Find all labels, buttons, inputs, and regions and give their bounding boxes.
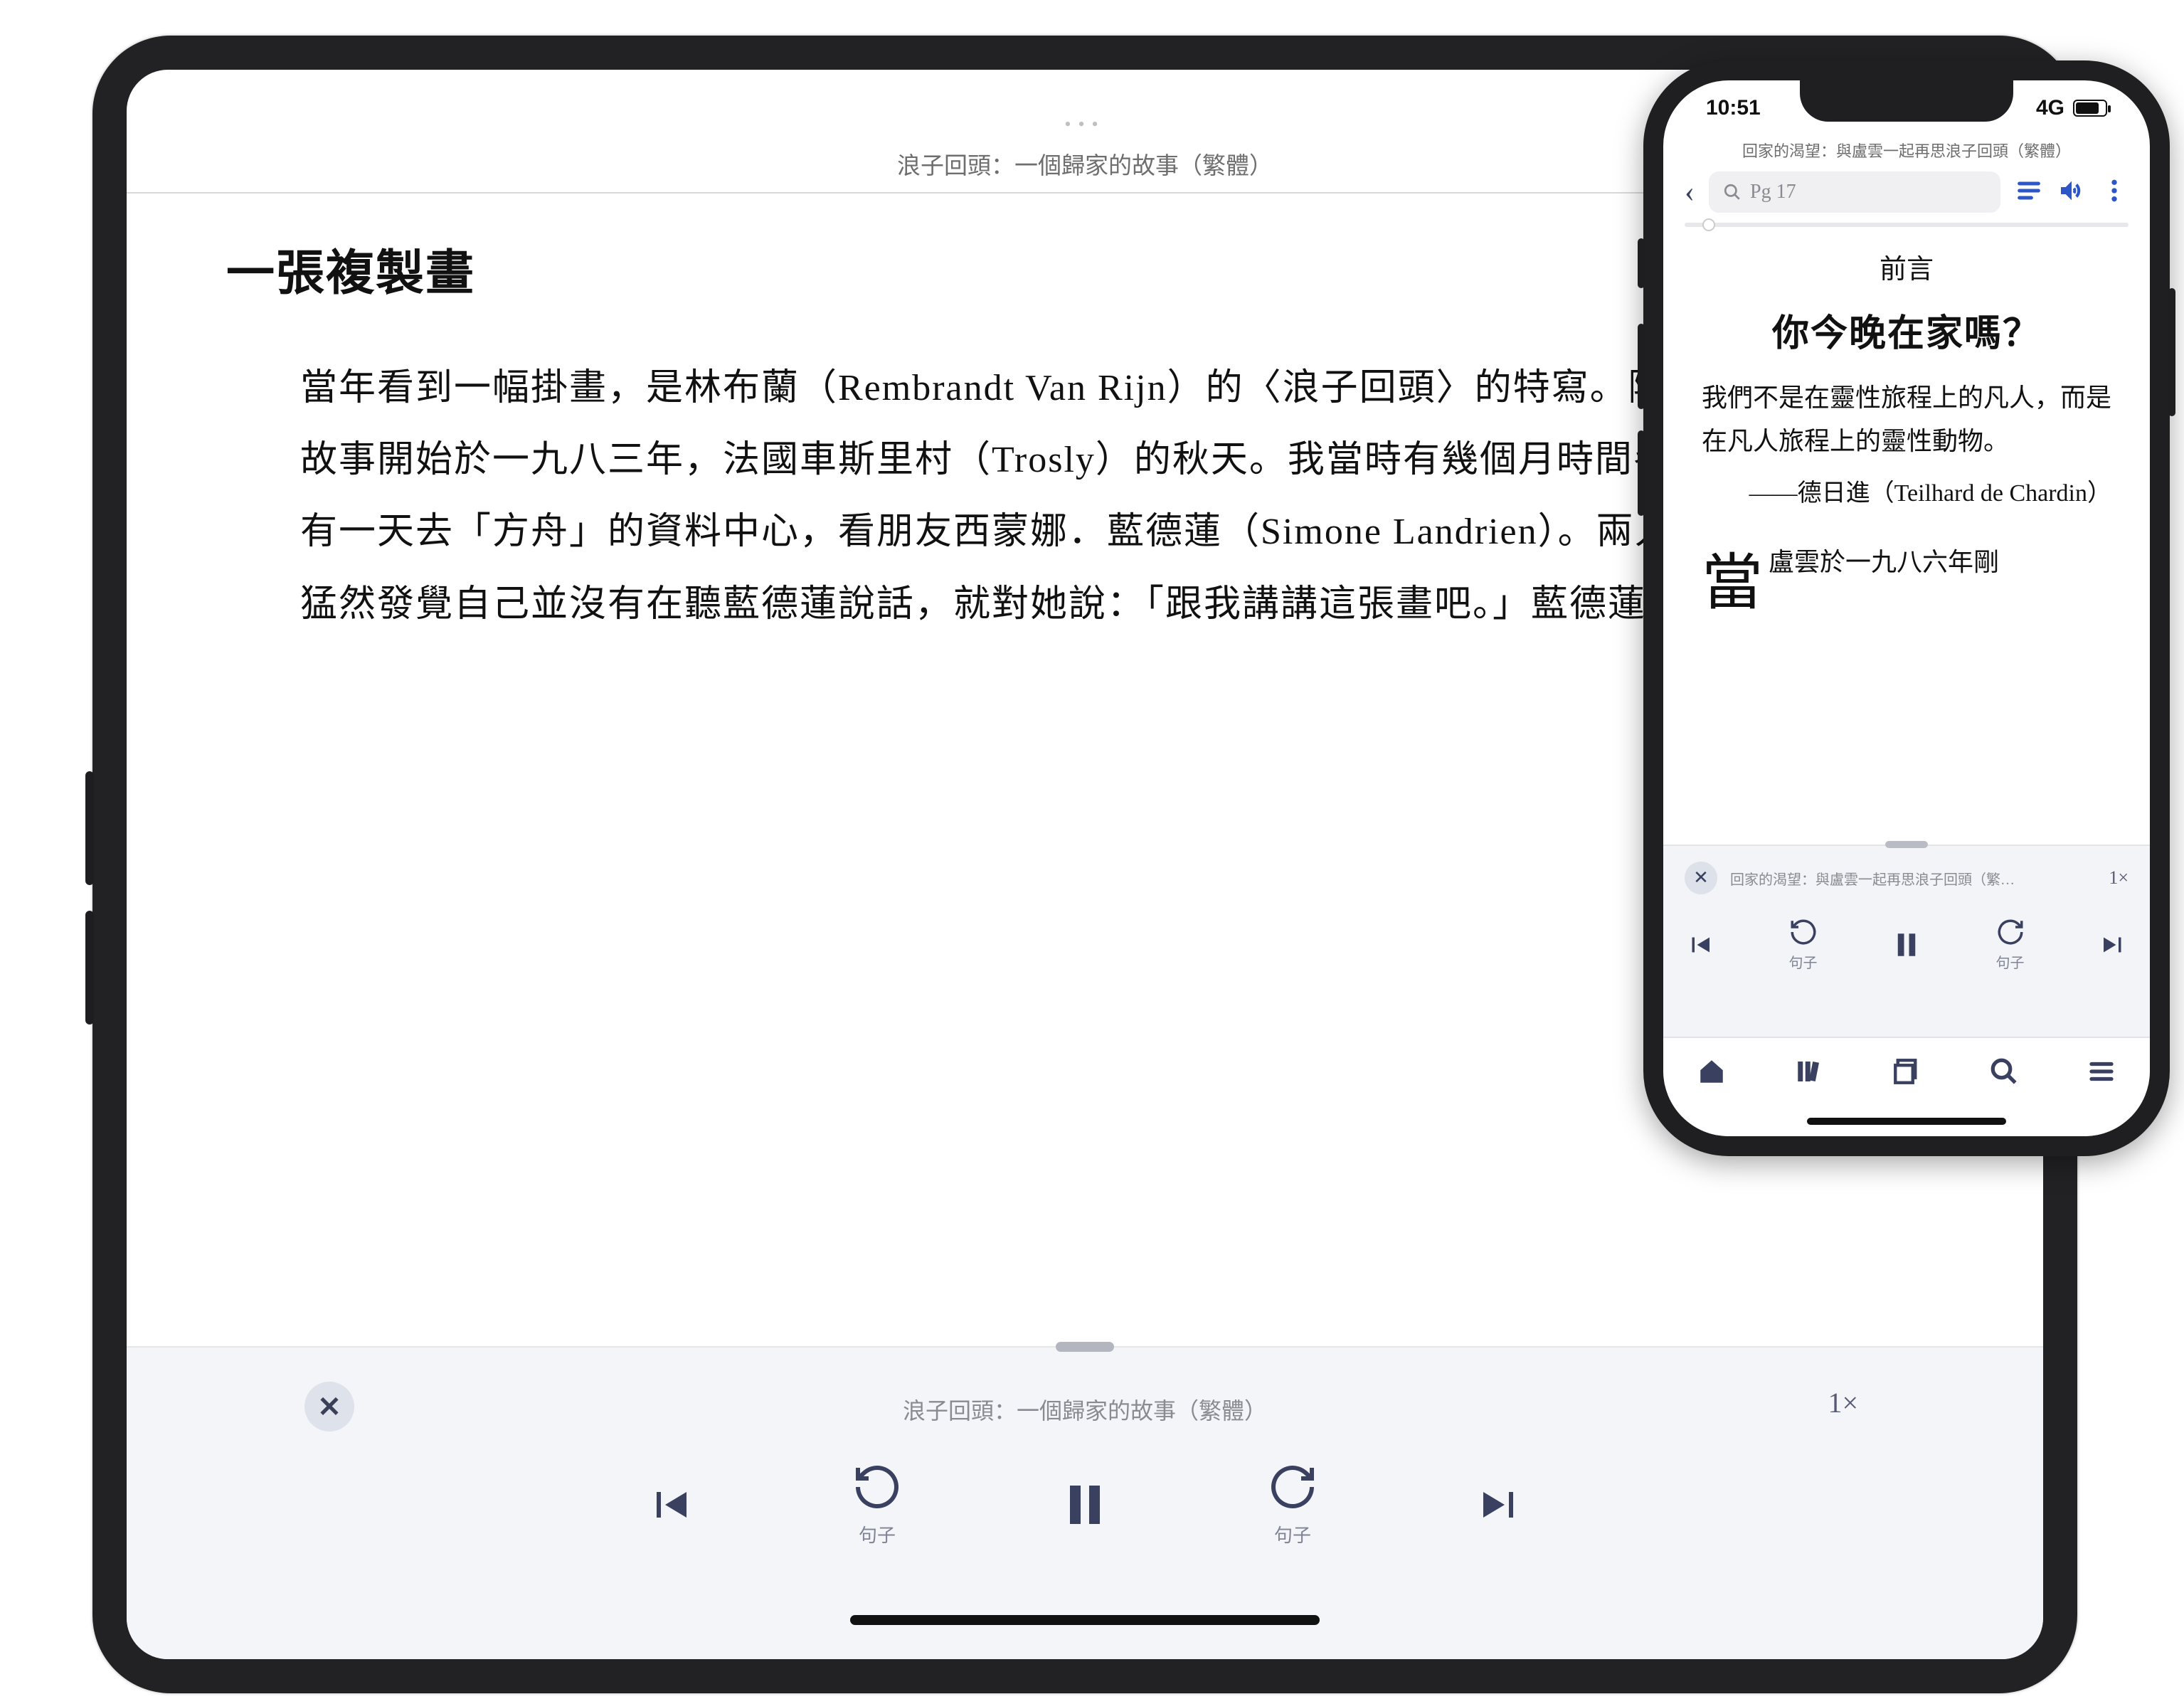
skip-previous-button[interactable]	[644, 1479, 695, 1530]
audio-icon[interactable]	[2057, 176, 2086, 208]
body-start: 盧雲於一九八六年剛	[1769, 548, 1999, 576]
tab-menu[interactable]	[2087, 1057, 2116, 1090]
status-network: 4G	[2036, 96, 2064, 120]
battery-icon	[2073, 100, 2107, 117]
forward-sentence-button[interactable]: 句子	[1995, 917, 2025, 972]
player-title: 浪子回頭：一個歸家的故事（繁體）	[127, 1393, 2043, 1426]
toc-icon[interactable]	[2015, 176, 2043, 208]
home-indicator[interactable]	[850, 1615, 1320, 1625]
forward-sentence-button[interactable]: 句子	[1267, 1461, 1318, 1547]
status-time: 10:51	[1706, 96, 1761, 120]
rewind-sentence-button[interactable]: 句子	[1788, 917, 1818, 972]
ipad-audio-player: ✕ 浪子回頭：一個歸家的故事（繁體） 1× 句子 句子	[127, 1346, 2043, 1659]
skip-previous-button[interactable]	[1685, 930, 1714, 960]
home-indicator[interactable]	[1807, 1118, 2006, 1125]
iphone-toolbar: ‹ Pg 17	[1685, 171, 2129, 213]
reading-progress-slider[interactable]	[1685, 223, 2129, 227]
rewind-sentence-button[interactable]: 句子	[852, 1461, 903, 1547]
iphone-audio-player: ✕ 回家的渴望：與盧雲一起再思浪子回頭（繁… 1× 句子 句子	[1663, 845, 2150, 1037]
dropcap: 當	[1702, 552, 1763, 613]
epigraph-attribution: ——德日進（Teilhard de Chardin）	[1702, 475, 2111, 513]
tab-reading[interactable]	[1892, 1057, 1921, 1090]
progress-thumb[interactable]	[1702, 218, 1715, 231]
iphone-device: 10:51 4G 回家的渴望：與盧雲一起再思浪子回頭（繁體） ‹ Pg 17	[1643, 60, 2170, 1156]
pause-button[interactable]	[1059, 1479, 1110, 1530]
page-search-field[interactable]: Pg 17	[1709, 171, 2000, 213]
tab-search[interactable]	[1989, 1057, 2019, 1090]
player-drag-handle[interactable]	[1056, 1342, 1114, 1352]
skip-next-button[interactable]	[2099, 930, 2129, 960]
page-field-value: Pg 17	[1750, 181, 1796, 203]
close-player-button[interactable]: ✕	[1685, 862, 1717, 894]
playback-speed-button[interactable]: 1×	[1828, 1386, 1858, 1419]
tab-home[interactable]	[1697, 1057, 1727, 1090]
iphone-book-title: 回家的渴望：與盧雲一起再思浪子回頭（繁體）	[1663, 139, 2150, 162]
battery-level	[2076, 102, 2099, 114]
status-bar: 10:51 4G	[1663, 96, 2150, 120]
chapter-heading: 你今晚在家嗎？	[1702, 303, 2111, 356]
pause-button[interactable]	[1892, 930, 1921, 960]
skip-next-button[interactable]	[1475, 1479, 1526, 1530]
back-button[interactable]: ‹	[1685, 175, 1695, 209]
more-icon[interactable]	[2100, 176, 2129, 208]
preface-label: 前言	[1702, 247, 2111, 286]
playback-speed-button[interactable]: 1×	[2109, 867, 2129, 889]
epigraph-quote: 我們不是在靈性旅程上的凡人，而是在凡人旅程上的靈性動物。	[1702, 376, 2111, 463]
player-title: 回家的渴望：與盧雲一起再思浪子回頭（繁…	[1730, 868, 2096, 889]
player-drag-handle[interactable]	[1885, 841, 1928, 848]
tab-library[interactable]	[1794, 1057, 1824, 1090]
window-drag-dots[interactable]: •••	[1064, 114, 1105, 135]
iphone-reader-content[interactable]: 前言 你今晚在家嗎？ 我們不是在靈性旅程上的凡人，而是在凡人旅程上的靈性動物。 …	[1702, 243, 2111, 716]
iphone-screen: 10:51 4G 回家的渴望：與盧雲一起再思浪子回頭（繁體） ‹ Pg 17	[1663, 80, 2150, 1136]
body-text: 當 盧雲於一九八六年剛	[1702, 542, 2111, 583]
